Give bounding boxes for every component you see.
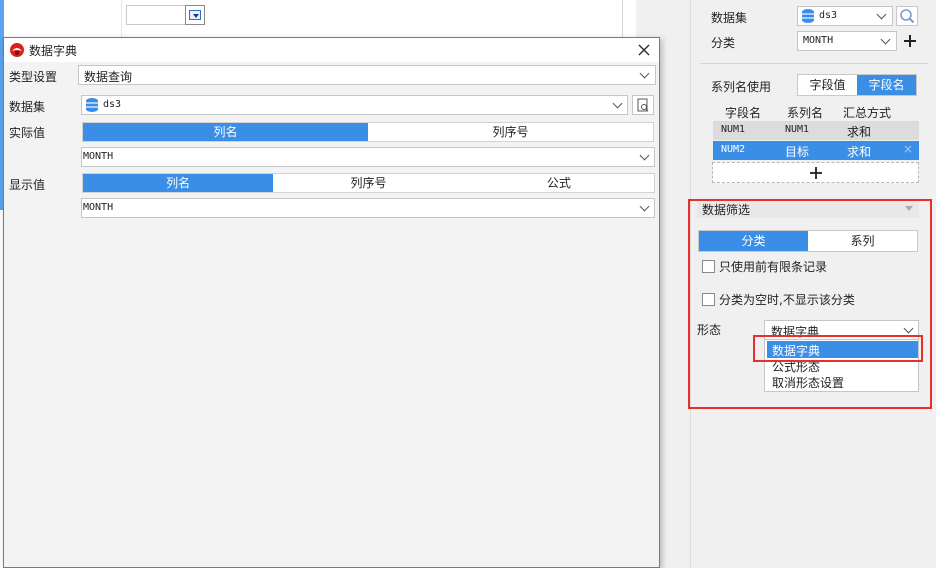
actual-value-tabs: 列名 列序号 [82, 122, 654, 142]
actual-tab-column-index[interactable]: 列序号 [368, 123, 653, 141]
database-icon [802, 9, 814, 23]
delete-row-icon[interactable]: × [903, 142, 913, 156]
search-icon [900, 9, 915, 24]
dialog-dataset-value: ds3 [103, 99, 122, 110]
series-name-option-field-value[interactable]: 字段值 [798, 75, 857, 95]
type-setting-value: 数据查询 [84, 70, 133, 84]
plus-icon [810, 167, 822, 179]
dialog-dataset-label: 数据集 [9, 100, 46, 114]
grid-header-field: 字段名 [725, 106, 762, 120]
display-value-value: MONTH [83, 202, 114, 213]
row-series: 目标 [785, 145, 810, 159]
category-label: 分类 [711, 36, 736, 50]
row-agg: 求和 [847, 125, 872, 139]
plus-icon [904, 35, 916, 47]
actual-value-label: 实际值 [9, 126, 46, 140]
add-category-button[interactable] [901, 31, 919, 51]
row-field: NUM2 [721, 144, 746, 155]
dataset-value: ds3 [819, 10, 838, 21]
display-value-label: 显示值 [9, 178, 46, 192]
dataset-label: 数据集 [711, 11, 748, 25]
series-grid-header: 字段名 系列名 汇总方式 [713, 102, 919, 121]
chevron-down-icon [876, 9, 887, 20]
data-dictionary-dialog: 数据字典 类型设置 数据查询 数据集 ds3 实际值 列名 列序号 MONTH … [3, 37, 660, 568]
display-tab-formula[interactable]: 公式 [464, 174, 654, 192]
type-setting-select[interactable]: 数据查询 [78, 65, 656, 85]
close-icon[interactable] [637, 43, 651, 57]
cell-input[interactable] [126, 5, 186, 25]
add-series-button[interactable] [712, 162, 919, 183]
actual-tab-column-name[interactable]: 列名 [83, 123, 368, 141]
series-name-label: 系列名使用 [711, 80, 772, 94]
display-tab-column-index[interactable]: 列序号 [273, 174, 463, 192]
chevron-down-icon [639, 150, 650, 161]
app-logo-icon [10, 43, 24, 57]
category-select[interactable]: MONTH [797, 31, 897, 51]
highlight-box-option [753, 335, 923, 362]
dataset-select[interactable]: ds3 [797, 6, 893, 26]
type-setting-label: 类型设置 [9, 70, 58, 84]
chevron-down-icon [639, 68, 650, 79]
chevron-down-icon [639, 201, 650, 212]
grid-header-series: 系列名 [787, 106, 824, 120]
row-agg: 求和 [847, 145, 872, 159]
highlight-box-filter [688, 199, 932, 409]
database-icon [86, 98, 98, 112]
series-name-option-field-name[interactable]: 字段名 [857, 75, 916, 95]
actual-value-select[interactable]: MONTH [81, 147, 655, 167]
dialog-title: 数据字典 [29, 44, 78, 58]
section-divider [700, 63, 928, 64]
dialog-title-bar[interactable]: 数据字典 [4, 38, 659, 62]
chevron-down-icon [880, 34, 891, 45]
preview-icon [637, 98, 649, 112]
category-value: MONTH [803, 35, 834, 46]
display-value-select[interactable]: MONTH [81, 198, 655, 218]
series-name-toggle: 字段值 字段名 [797, 74, 917, 96]
row-series: NUM1 [785, 124, 810, 135]
table-row[interactable]: NUM2 目标 求和 × [713, 141, 919, 160]
preview-dataset-button[interactable] [632, 95, 654, 115]
chevron-down-icon [612, 98, 623, 109]
table-row[interactable]: NUM1 NUM1 求和 [713, 121, 919, 140]
dialog-dataset-select[interactable]: ds3 [81, 95, 628, 115]
display-value-tabs: 列名 列序号 公式 [82, 173, 655, 193]
display-tab-column-name[interactable]: 列名 [83, 174, 274, 192]
cell-combo-icon[interactable] [185, 5, 205, 25]
search-button[interactable] [896, 6, 918, 26]
actual-value-value: MONTH [83, 151, 114, 162]
row-field: NUM1 [721, 124, 746, 135]
grid-header-agg: 汇总方式 [843, 106, 892, 120]
